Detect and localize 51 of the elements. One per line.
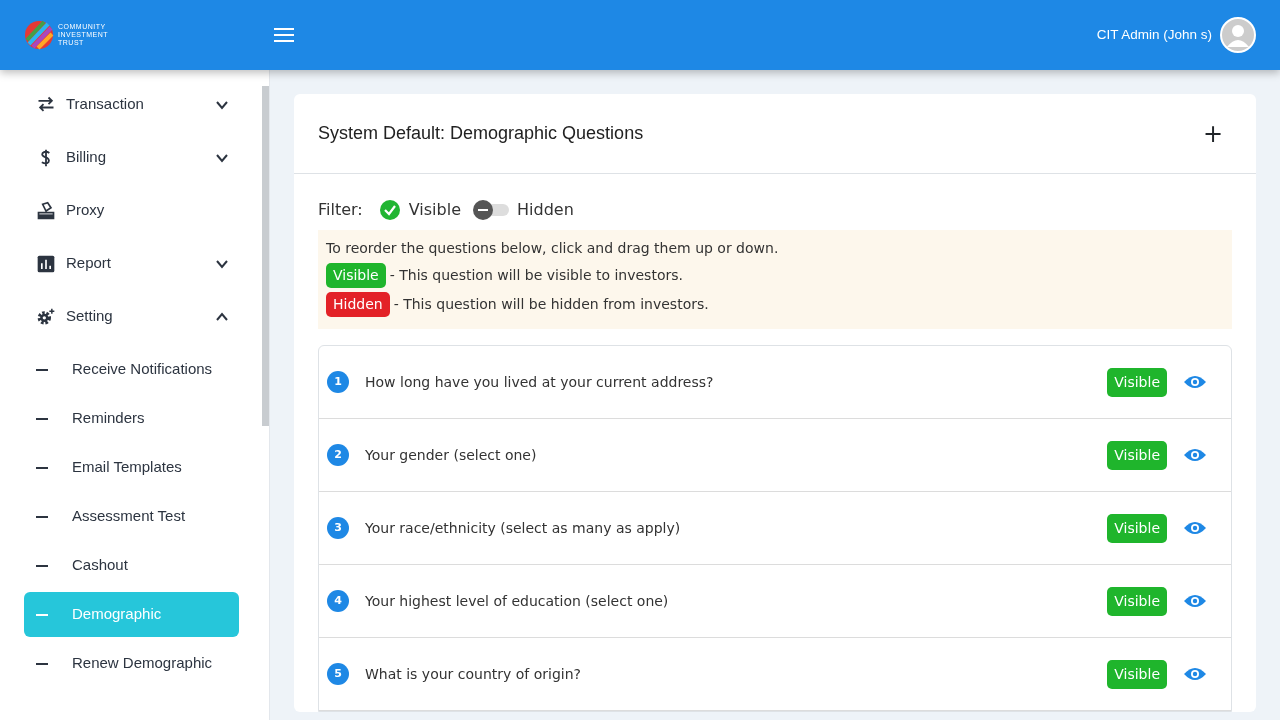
sidebar-sublabel[interactable]: Assessment Test [72, 505, 186, 528]
legend-text: - This question will be hidden from investors. [393, 295, 709, 314]
eye-icon[interactable] [1183, 520, 1207, 536]
sidebar-label[interactable]: Proxy [66, 199, 229, 222]
gear-icon [36, 306, 56, 327]
user-name[interactable]: CIT Admin (John s) [1096, 24, 1212, 46]
status-badge: Visible [1107, 513, 1167, 543]
question-text[interactable]: Your race/ethnicity (select as many as apply) [365, 517, 1108, 539]
avatar-icon[interactable] [1220, 17, 1256, 53]
sidebar-sublabel[interactable]: Reminders [72, 407, 145, 430]
bar-chart-icon [36, 253, 56, 274]
scrollbar-thumb[interactable] [262, 86, 269, 426]
toggle-switch[interactable] [473, 200, 509, 220]
question-number: 1 [327, 371, 349, 393]
filter-option-label: Hidden [517, 199, 574, 221]
status-badge: Visible [1107, 440, 1167, 470]
sidebar-sublabel[interactable]: Receive Notifications [72, 358, 213, 381]
logo-icon [24, 20, 54, 50]
add-button[interactable]: + [1193, 114, 1232, 153]
question-text[interactable]: What is your country of origin? [365, 663, 1108, 685]
check-toggle-icon[interactable] [378, 199, 401, 221]
filter-label: Filter: [318, 199, 363, 221]
sidebar-sublabel[interactable]: Email Templates [72, 456, 182, 479]
sidebar-sublabel[interactable]: Renew Demographic [72, 652, 213, 675]
sidebar-label[interactable]: Setting [66, 305, 215, 328]
status-badge: Visible [1107, 586, 1167, 616]
question-number: 4 [327, 590, 349, 612]
notice-text: To reorder the questions below, click and drag them up or down. [326, 239, 780, 258]
card-title: System Default: Demographic Questions [318, 122, 644, 145]
menu-icon[interactable] [274, 28, 294, 42]
status-badge: Visible [1107, 659, 1167, 689]
eye-icon[interactable] [1183, 593, 1207, 609]
status-badge: Hidden [326, 292, 390, 317]
filter-option-label: Visible [408, 199, 461, 221]
eye-icon[interactable] [1183, 374, 1207, 390]
legend-text: - This question will be visible to investors. [389, 266, 683, 285]
sidebar-label[interactable]: Billing [66, 146, 215, 169]
status-badge: Visible [326, 263, 386, 288]
status-badge: Visible [1107, 367, 1167, 397]
question-number: 3 [327, 517, 349, 539]
sidebar-sublabel[interactable]: Cashout [72, 554, 128, 577]
question-text[interactable]: Your highest level of education (select one) [365, 590, 1108, 612]
question-text[interactable]: How long have you lived at your current address? [365, 371, 1108, 393]
question-number: 5 [327, 663, 349, 685]
eye-icon[interactable] [1183, 666, 1207, 682]
sidebar-label[interactable]: Report [66, 252, 215, 275]
question-text[interactable]: Your gender (select one) [365, 444, 1108, 466]
ballot-box-icon [36, 200, 56, 221]
sidebar-label[interactable]: Transaction [66, 93, 215, 116]
eye-icon[interactable] [1183, 447, 1207, 463]
question-number: 2 [327, 444, 349, 466]
